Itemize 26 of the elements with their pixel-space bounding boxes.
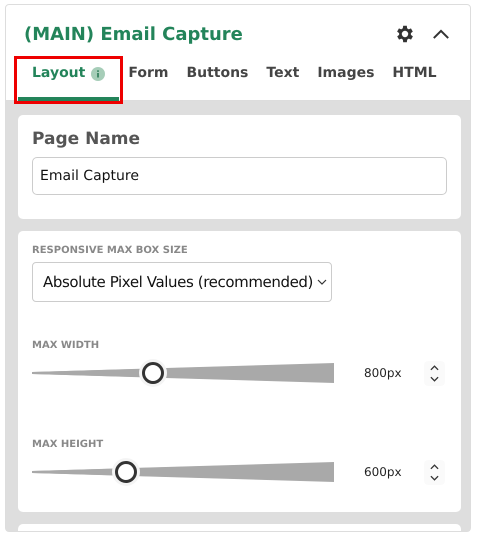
tab[interactable]: Buttons: [177, 63, 258, 101]
slider-thumb[interactable]: [142, 362, 164, 384]
field-label: MAX WIDTH: [32, 340, 100, 351]
field-label: RESPONSIVE MAX BOX SIZE: [32, 245, 189, 256]
stepper[interactable]: [424, 460, 445, 484]
chevron-up-icon[interactable]: [430, 364, 439, 370]
chevron-down-icon: [317, 279, 327, 285]
chevron-down-icon[interactable]: [430, 376, 439, 382]
section-heading: Page Name: [32, 129, 142, 149]
info-icon: [91, 67, 106, 81]
stepper[interactable]: [424, 360, 445, 386]
tab[interactable]: Form: [119, 63, 178, 101]
chevron-up-icon[interactable]: [430, 464, 439, 470]
value-reading: 800px: [364, 366, 403, 380]
tab[interactable]: HTML: [383, 63, 446, 101]
value-reading: 600px: [364, 465, 403, 479]
collapse-icon[interactable]: [432, 28, 450, 40]
panel-title: (MAIN) Email Capture: [24, 24, 244, 44]
page-name-field[interactable]: Email Capture: [32, 157, 447, 195]
tab[interactable]: Text: [257, 63, 308, 101]
field-label: MAX HEIGHT: [32, 439, 104, 450]
tab[interactable]: Layout: [18, 63, 120, 101]
slider-thumb[interactable]: [114, 461, 137, 483]
size-dropdown[interactable]: Absolute Pixel Values (recommended): [32, 262, 332, 302]
tab[interactable]: Images: [308, 63, 384, 101]
chevron-down-icon[interactable]: [430, 474, 439, 480]
